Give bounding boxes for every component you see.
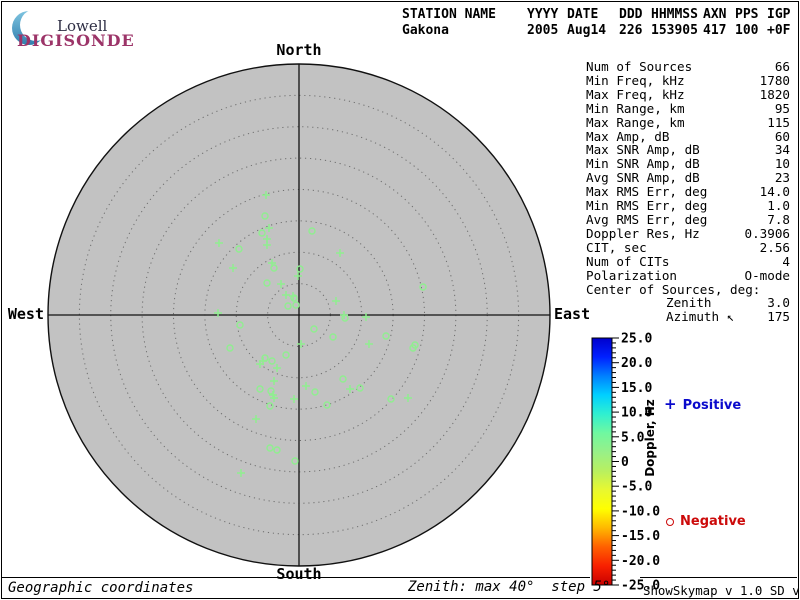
doppler-colorbar	[592, 338, 612, 585]
colorbar-tick-label: 15.0	[621, 381, 652, 396]
skymap-window: Lowell DIGISONDE STATION NAMEGakonaYYYY2…	[0, 0, 800, 600]
west-label: West	[8, 305, 44, 323]
colorbar-tick-label: -10.0	[621, 504, 660, 519]
negative-label: Negative	[680, 514, 746, 529]
colorbar-tick-label: 0	[621, 455, 629, 470]
version-caption: ShowSkymap v 1.0 SD v 4.2	[643, 583, 800, 600]
skymap-plot: North South West East 25.020.015.010.05.…	[0, 0, 800, 600]
positive-label: Positive	[683, 398, 742, 413]
footer-divider	[2, 577, 590, 578]
colorbar-title: Doppler, Hz	[643, 399, 657, 477]
north-label: North	[276, 41, 321, 59]
colorbar-tick-label: -5.0	[621, 480, 652, 495]
colorbar-ticks	[612, 338, 619, 585]
colorbar-tick-label: -20.0	[621, 554, 660, 569]
colorbar-tick-label: 25.0	[621, 332, 652, 347]
east-label: East	[554, 305, 590, 323]
footer-divider-right	[640, 577, 797, 578]
circle-marker-icon	[666, 518, 674, 526]
zenith-scale-caption: Zenith: max 40° step 5°	[408, 579, 610, 595]
south-label: South	[276, 565, 321, 583]
coordinates-caption: Geographic coordinates	[8, 580, 193, 596]
plus-marker-icon: +	[664, 395, 677, 413]
positive-legend: + Positive	[664, 395, 741, 413]
colorbar-tick-label: -15.0	[621, 529, 660, 544]
negative-legend: Negative	[666, 514, 746, 529]
colorbar-tick-label: 5.0	[621, 430, 645, 445]
colorbar-tick-label: 20.0	[621, 356, 652, 371]
